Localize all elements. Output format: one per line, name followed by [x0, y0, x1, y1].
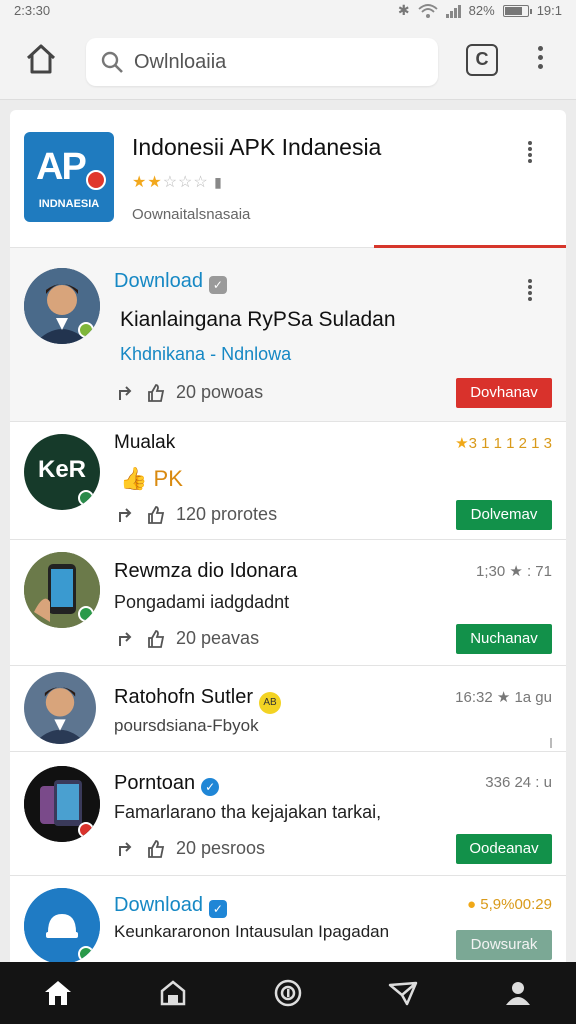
like-icon[interactable]	[146, 383, 166, 403]
badge-icon: AB	[258, 692, 281, 714]
logo-text: AP	[36, 146, 87, 188]
avatar	[24, 888, 100, 964]
logo-badge-icon	[86, 170, 106, 190]
app-header: AP INDNAESIA Indonesii APK Indanesia ★★☆…	[10, 110, 566, 248]
list-item[interactable]: Ratohofn Sutler AB 16:32 ★ 1a gu poursdsi…	[10, 666, 566, 752]
download-button[interactable]: Oodeanav	[456, 834, 552, 864]
tabs-button[interactable]: C	[466, 44, 498, 76]
item-headline: Kianlaingana RyPSa Suladan	[120, 308, 396, 331]
item-headline: Pongadami iadgdadnt	[114, 592, 290, 612]
status-icons: ✱ 82% 19:1	[398, 2, 562, 19]
avatar-badge	[78, 322, 94, 338]
share-icon[interactable]	[116, 629, 136, 649]
app-title: Indonesii APK Indanesia	[132, 134, 382, 160]
item-meta: 1;30 ★ : 71	[476, 563, 552, 580]
avatar-text: KeR	[37, 456, 86, 483]
item-stats-text: 20 pesroos	[176, 838, 266, 858]
status-time: 2:3:30	[14, 3, 51, 18]
avatar-badge	[78, 822, 94, 838]
download-button[interactable]: Nuchanav	[456, 624, 552, 654]
item-headline: poursdsiana-Fbyok	[114, 716, 259, 735]
status-bar: 2:3:30 ✱ 82% 19:1	[0, 0, 576, 24]
search-icon	[101, 51, 123, 73]
item-headline: Famarlarano tha kejajakan tarkai,	[114, 802, 382, 822]
item-title: Download ✓	[114, 894, 227, 918]
scroll-indicator	[550, 738, 552, 748]
home-icon	[26, 44, 56, 74]
share-icon[interactable]	[116, 383, 136, 403]
browser-toolbar: Owlnloaiia C	[0, 24, 576, 100]
avatar: KeR	[24, 434, 100, 510]
verified-icon: ✓	[201, 778, 220, 796]
bluetooth-icon: ✱	[397, 2, 410, 18]
item-meta: 336 24 : u	[485, 774, 552, 791]
item-subline: Khdnikana - Ndnlowa	[120, 344, 292, 364]
item-stats-text: 20 peavas	[176, 628, 260, 648]
item-stats: 20 powoas	[116, 382, 263, 403]
item-stats: 20 peavas	[116, 628, 259, 649]
logo-subtext: INDNAESIA	[38, 198, 100, 210]
avatar	[24, 672, 96, 744]
avatar	[24, 766, 100, 842]
nav-send-icon[interactable]	[387, 977, 419, 1009]
battery-fill	[504, 6, 522, 15]
item-meta: ★3 1 1 1 2 1 3	[455, 435, 552, 452]
item-title: Rewmza dio Idonara	[114, 560, 298, 582]
avatar-badge	[78, 946, 94, 962]
signal-icon	[445, 4, 461, 18]
download-button[interactable]: Dovhanav	[456, 378, 552, 408]
item-meta: ● 5,9%00:29	[467, 896, 552, 913]
item-headline: Keunkararonon Intausulan Ipagadan	[114, 922, 390, 941]
rating-stars: ★★☆☆☆ ▮	[132, 174, 223, 191]
item-title: Ratohofn Sutler AB	[114, 686, 281, 714]
share-icon[interactable]	[116, 839, 136, 859]
avatar-badge	[78, 490, 94, 506]
verified-icon: ✓	[208, 276, 227, 294]
verified-icon: ✓	[208, 900, 227, 918]
download-button[interactable]: Dowsurak	[456, 930, 552, 960]
header-more-icon[interactable]	[526, 140, 540, 163]
nav-info-icon[interactable]	[272, 977, 304, 1009]
item-stats-text: 20 powoas	[176, 382, 264, 402]
like-icon[interactable]	[146, 505, 166, 525]
item-stats: 20 pesroos	[116, 838, 265, 859]
list-item[interactable]: Download ✓ Kianlaingana RyPSa Suladan Khd…	[10, 248, 566, 422]
item-more-icon[interactable]	[526, 278, 540, 301]
battery-percent: 82%	[468, 3, 495, 18]
avatar-badge	[78, 606, 94, 622]
item-stats-text: 120 prorotes	[176, 504, 278, 524]
avatar	[24, 552, 100, 628]
item-headline: 👍 PK	[120, 466, 183, 491]
app-subtitle: Oownaitalsnasaia	[132, 206, 251, 223]
list-item[interactable]: Porntoan ✓ 336 24 : u Famarlarano tha kej…	[10, 752, 566, 876]
share-icon[interactable]	[116, 505, 136, 525]
thumb-icon: 👍	[120, 466, 148, 491]
app-logo[interactable]: AP INDNAESIA	[24, 132, 114, 222]
bottom-nav	[0, 962, 576, 1024]
like-icon[interactable]	[146, 629, 166, 649]
nav-home-icon[interactable]	[42, 977, 74, 1009]
avatar	[24, 268, 100, 344]
battery-icon	[502, 4, 532, 17]
list-item[interactable]: Download ✓ ● 5,9%00:29 Keunkararonon Inta…	[10, 876, 566, 970]
list-item[interactable]: KeR Mualak ★3 1 1 1 2 1 3 👍 PK 120 proro…	[10, 422, 566, 540]
content-card: AP INDNAESIA Indonesii APK Indanesia ★★☆…	[10, 110, 566, 970]
nav-store-icon[interactable]	[157, 977, 189, 1009]
list-item[interactable]: Rewmza dio Idonara 1;30 ★ : 71 Pongadami…	[10, 540, 566, 666]
status-right-time: 19:1	[536, 3, 562, 18]
item-title: Porntoan ✓	[114, 772, 220, 796]
item-stats: 120 prorotes	[116, 504, 277, 525]
like-icon[interactable]	[146, 839, 166, 859]
item-meta: 16:32 ★ 1a gu	[455, 689, 552, 706]
more-menu-icon[interactable]	[534, 46, 546, 76]
fire-icon: ●	[467, 896, 477, 913]
item-title: Mualak	[114, 432, 176, 453]
item-title: Download ✓	[114, 270, 227, 294]
home-button[interactable]	[24, 42, 58, 76]
nav-profile-icon[interactable]	[502, 977, 534, 1009]
download-button[interactable]: Dolvemav	[456, 500, 552, 530]
search-input[interactable]: Owlnloaiia	[86, 38, 438, 86]
wifi-icon	[418, 3, 438, 19]
search-text: Owlnloaiia	[134, 51, 227, 73]
